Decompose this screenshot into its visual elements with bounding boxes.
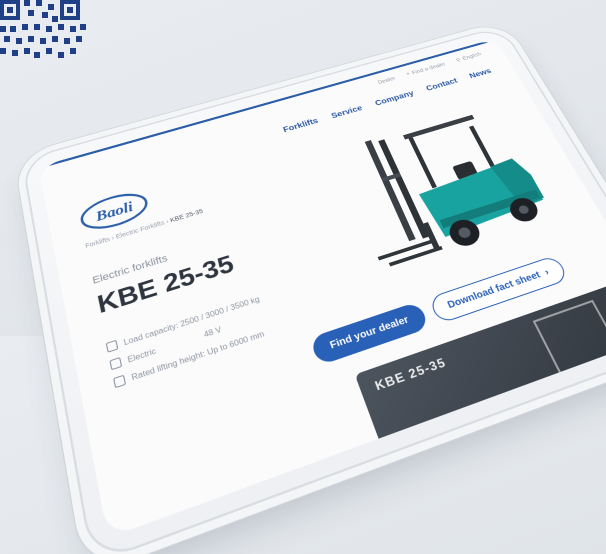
nav-forklifts[interactable]: Forklifts [282, 117, 319, 134]
nav-contact[interactable]: Contact [425, 77, 459, 93]
video-thumbnail-frame [532, 299, 606, 403]
utility-link-dealer[interactable]: Dealer [377, 76, 396, 86]
breadcrumb-current: KBE 25-35 [169, 208, 204, 225]
tablet-screen: Dealer ⌖ Find a dealer ⚲ English Forklifts… [38, 38, 606, 539]
nav-news[interactable]: News [468, 67, 493, 80]
weight-icon [105, 339, 119, 353]
video-title: KBE 25-35 [372, 355, 449, 394]
pin-icon: ⌖ [405, 71, 411, 77]
forklift-image [364, 114, 546, 267]
utility-link-language[interactable]: ⚲ English [455, 51, 482, 64]
battery-icon [109, 356, 123, 371]
arrow-right-icon: › [542, 267, 552, 278]
tablet-frame: Dealer ⌖ Find a dealer ⚲ English Forklifts… [23, 27, 606, 554]
breadcrumb-item-forklifts[interactable]: Forklifts [85, 237, 111, 250]
nav-service[interactable]: Service [330, 104, 364, 120]
logo-text: Baoli [93, 200, 135, 226]
scene: Dealer ⌖ Find a dealer ⚲ English Forklifts… [0, 0, 606, 554]
lift-height-icon [113, 374, 127, 389]
nav-company[interactable]: Company [374, 90, 416, 108]
search-icon: ⚲ [455, 57, 462, 64]
